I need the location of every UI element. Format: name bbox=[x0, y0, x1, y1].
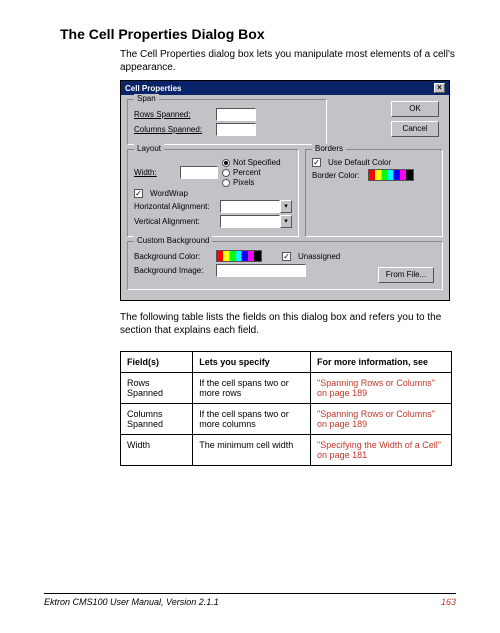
wordwrap-label: WordWrap bbox=[150, 189, 188, 198]
border-color-label: Border Color: bbox=[312, 171, 364, 180]
cell-field: Columns Spanned bbox=[121, 404, 193, 435]
dialog-titlebar: Cell Properties × bbox=[121, 81, 449, 95]
close-icon[interactable]: × bbox=[434, 83, 445, 93]
bgcolor-label: Background Color: bbox=[134, 252, 212, 261]
borders-group-label: Borders bbox=[312, 144, 346, 153]
intro-text: The Cell Properties dialog box lets you … bbox=[120, 48, 456, 74]
cell-ref: "Spanning Rows or Columns" on page 189 bbox=[311, 373, 452, 404]
unassigned-label: Unassigned bbox=[298, 252, 340, 261]
radio-not-specified[interactable] bbox=[222, 159, 230, 167]
unassigned-checkbox[interactable]: ✓ bbox=[282, 252, 291, 261]
bgcolor-swatch[interactable] bbox=[216, 250, 262, 262]
width-input[interactable] bbox=[180, 166, 218, 179]
cell-field: Width bbox=[121, 435, 193, 466]
chevron-down-icon[interactable]: ▾ bbox=[280, 215, 292, 228]
rows-spanned-input[interactable] bbox=[216, 108, 256, 121]
page-footer: Ektron CMS100 User Manual, Version 2.1.1… bbox=[44, 593, 456, 607]
th-spec: Lets you specify bbox=[193, 352, 311, 373]
cell-ref: "Specifying the Width of a Cell" on page… bbox=[311, 435, 452, 466]
from-file-button[interactable]: From File... bbox=[378, 267, 434, 283]
following-text: The following table lists the fields on … bbox=[120, 311, 456, 337]
th-ref: For more information, see bbox=[311, 352, 452, 373]
not-specified-label: Not Specified bbox=[233, 158, 281, 167]
bgimage-label: Background Image: bbox=[134, 266, 212, 275]
valign-select[interactable] bbox=[220, 215, 280, 228]
halign-label: Horizontal Alignment: bbox=[134, 202, 216, 211]
layout-group-label: Layout bbox=[134, 144, 164, 153]
radio-pixels[interactable] bbox=[222, 179, 230, 187]
chevron-down-icon[interactable]: ▾ bbox=[280, 200, 292, 213]
cell-ref: "Spanning Rows or Columns" on page 189 bbox=[311, 404, 452, 435]
dialog-title: Cell Properties bbox=[125, 84, 181, 93]
border-color-swatch[interactable] bbox=[368, 169, 414, 181]
rows-spanned-label: Rows Spanned: bbox=[134, 110, 212, 119]
table-row: Columns Spanned If the cell spans two or… bbox=[121, 404, 452, 435]
valign-label: Vertical Alignment: bbox=[134, 217, 216, 226]
page-heading: The Cell Properties Dialog Box bbox=[60, 26, 456, 42]
table-row: Width The minimum cell width "Specifying… bbox=[121, 435, 452, 466]
footer-text: Ektron CMS100 User Manual, Version 2.1.1 bbox=[44, 597, 219, 607]
footer-page-number: 163 bbox=[441, 597, 456, 607]
default-color-label: Use Default Color bbox=[328, 158, 391, 167]
wordwrap-checkbox[interactable]: ✓ bbox=[134, 189, 143, 198]
cell-spec: The minimum cell width bbox=[193, 435, 311, 466]
span-group-label: Span bbox=[134, 94, 159, 103]
radio-percent[interactable] bbox=[222, 169, 230, 177]
cell-spec: If the cell spans two or more columns bbox=[193, 404, 311, 435]
fields-table: Field(s) Lets you specify For more infor… bbox=[120, 351, 452, 466]
percent-label: Percent bbox=[233, 168, 261, 177]
cell-spec: If the cell spans two or more rows bbox=[193, 373, 311, 404]
ok-button[interactable]: OK bbox=[391, 101, 439, 117]
width-label: Width: bbox=[134, 168, 176, 177]
cell-field: Rows Spanned bbox=[121, 373, 193, 404]
columns-spanned-input[interactable] bbox=[216, 123, 256, 136]
cancel-button[interactable]: Cancel bbox=[391, 121, 439, 137]
th-field: Field(s) bbox=[121, 352, 193, 373]
cell-properties-dialog: Cell Properties × OK Cancel Span Rows Sp… bbox=[120, 80, 450, 301]
custom-bg-group-label: Custom Background bbox=[134, 236, 212, 245]
table-row: Rows Spanned If the cell spans two or mo… bbox=[121, 373, 452, 404]
halign-select[interactable] bbox=[220, 200, 280, 213]
columns-spanned-label: Columns Spanned: bbox=[134, 125, 212, 134]
bgimage-input[interactable] bbox=[216, 264, 306, 277]
default-color-checkbox[interactable]: ✓ bbox=[312, 158, 321, 167]
pixels-label: Pixels bbox=[233, 178, 254, 187]
